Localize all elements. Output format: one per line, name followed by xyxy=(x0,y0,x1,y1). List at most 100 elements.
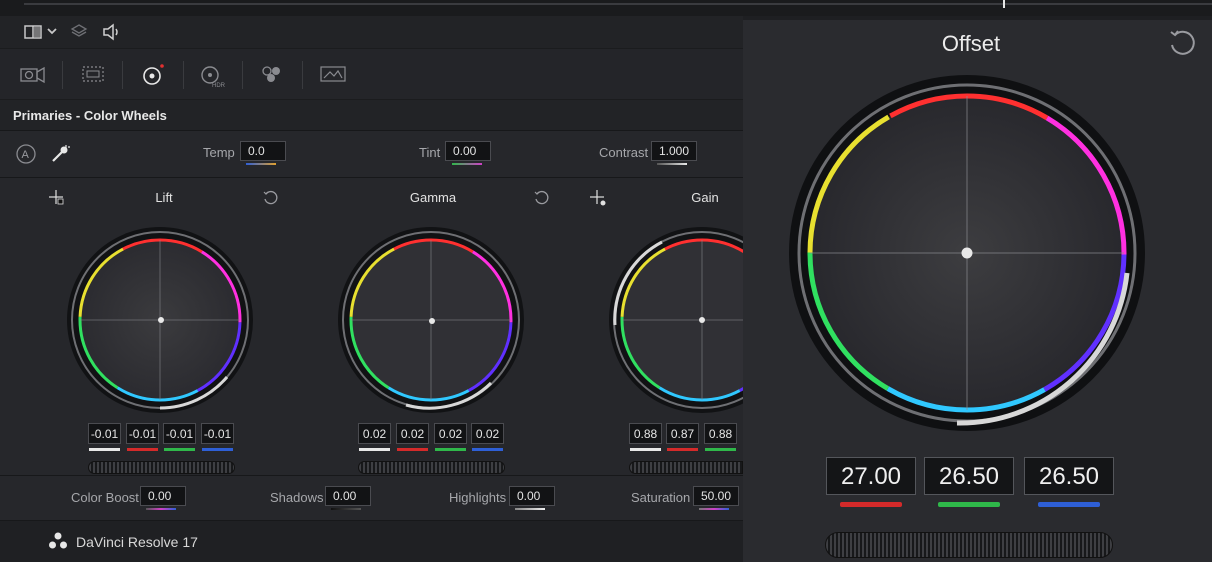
gamma-title: Gamma xyxy=(409,190,457,205)
timeline-track xyxy=(24,3,1212,5)
offset-blue-value[interactable]: 26.50 xyxy=(1024,457,1114,495)
offset-reset-icon[interactable] xyxy=(1167,28,1197,58)
lift-red-value[interactable]: -0.01 xyxy=(126,423,159,444)
gamma-blue-value[interactable]: 0.02 xyxy=(471,423,504,444)
status-bar: DaVinci Resolve 17 xyxy=(0,521,743,562)
gain-color-wheel[interactable] xyxy=(607,225,743,415)
lift-color-wheel[interactable] xyxy=(65,225,255,415)
shadows-field[interactable]: 0.00 xyxy=(325,486,371,506)
toolbar-divider xyxy=(183,61,184,89)
color-wheels-icon[interactable] xyxy=(140,63,166,87)
gain-green-indicator xyxy=(705,448,736,451)
color-panel: HDR Primaries - Color Wheels A Temp 0.0 … xyxy=(0,16,743,562)
chevron-down-icon[interactable] xyxy=(46,26,58,36)
lift-blue-value[interactable]: -0.01 xyxy=(201,423,234,444)
contrast-gradient-bar xyxy=(657,163,687,165)
lift-green-indicator xyxy=(164,448,195,451)
contrast-field[interactable]: 1.000 xyxy=(651,141,697,161)
color-boost-field[interactable]: 0.00 xyxy=(140,486,186,506)
color-wheels-area: Lift -0.01 -0.01 -0.01 -0.01 Gamma 0.02 … xyxy=(0,178,743,475)
lift-master-value[interactable]: -0.01 xyxy=(88,423,121,444)
svg-text:HDR: HDR xyxy=(212,83,226,89)
toolbar-divider xyxy=(122,61,123,89)
speaker-icon[interactable] xyxy=(102,23,122,41)
viewer-layout-icon[interactable] xyxy=(24,24,44,40)
gain-green-value[interactable]: 0.88 xyxy=(704,423,737,444)
gain-master-value[interactable]: 0.88 xyxy=(629,423,662,444)
toolbar-divider xyxy=(302,61,303,89)
color-match-icon[interactable] xyxy=(80,63,106,85)
lift-master-jog-wheel[interactable] xyxy=(88,461,235,474)
camera-raw-icon[interactable] xyxy=(18,63,46,85)
offset-blue-indicator xyxy=(1038,502,1100,507)
highlights-field[interactable]: 0.00 xyxy=(509,486,555,506)
highlights-bar xyxy=(515,508,545,510)
crosshair-picker-icon[interactable] xyxy=(589,189,607,207)
temp-field[interactable]: 0.0 xyxy=(240,141,286,161)
adjustments-bar: A Temp 0.0 Tint 0.00 Contrast 1.000 xyxy=(0,131,743,178)
offset-master-jog-wheel[interactable] xyxy=(825,532,1113,558)
timeline-strip[interactable] xyxy=(0,0,1212,16)
gain-red-value[interactable]: 0.87 xyxy=(666,423,699,444)
gain-master-indicator xyxy=(630,448,661,451)
bottom-adjustments: Color Boost 0.00 Shadows 0.00 Highlights… xyxy=(0,475,743,521)
gamma-blue-indicator xyxy=(472,448,503,451)
highlights-label: Highlights xyxy=(449,490,507,505)
offset-green-indicator xyxy=(938,502,1000,507)
offset-green-value[interactable]: 26.50 xyxy=(924,457,1014,495)
svg-text:A: A xyxy=(22,149,30,161)
offset-wheel-panel: Offset 27.00 26.50 26.50 xyxy=(743,20,1212,562)
eyedropper-icon[interactable] xyxy=(49,143,71,165)
playhead-marker[interactable] xyxy=(1003,0,1005,8)
tint-label: Tint xyxy=(419,145,441,160)
gamma-green-value[interactable]: 0.02 xyxy=(434,423,467,444)
gain-title: Gain xyxy=(691,190,719,205)
gamma-color-wheel[interactable] xyxy=(336,225,526,415)
gamma-master-jog-wheel[interactable] xyxy=(358,461,505,474)
contrast-label: Contrast xyxy=(599,145,649,160)
gain-master-jog-wheel[interactable] xyxy=(629,461,743,474)
temp-label: Temp xyxy=(203,145,235,160)
viewer-toolbar xyxy=(0,16,743,48)
davinci-logo-icon xyxy=(48,532,68,550)
gain-red-indicator xyxy=(667,448,698,451)
toolbar-divider xyxy=(242,61,243,89)
shadows-label: Shadows xyxy=(270,490,324,505)
gamma-red-value[interactable]: 0.02 xyxy=(396,423,429,444)
layers-icon[interactable] xyxy=(70,23,88,41)
saturation-field[interactable]: 50.00 xyxy=(693,486,739,506)
shadows-bar xyxy=(331,508,361,510)
palette-toolbar: HDR xyxy=(0,48,743,100)
rgb-mixer-icon[interactable] xyxy=(258,63,286,85)
motion-effects-icon[interactable] xyxy=(318,63,348,85)
lift-blue-indicator xyxy=(202,448,233,451)
gamma-red-indicator xyxy=(397,448,428,451)
tint-gradient-bar xyxy=(452,163,482,165)
gamma-reset-icon[interactable] xyxy=(533,190,549,206)
lift-green-value[interactable]: -0.01 xyxy=(163,423,196,444)
lift-reset-icon[interactable] xyxy=(262,190,278,206)
panel-title: Primaries - Color Wheels xyxy=(13,108,167,123)
offset-color-wheel[interactable] xyxy=(787,73,1147,433)
toolbar-divider xyxy=(62,61,63,89)
offset-red-indicator xyxy=(840,502,902,507)
color-boost-label: Color Boost xyxy=(71,490,139,505)
auto-balance-icon[interactable]: A xyxy=(15,143,37,165)
lift-master-indicator xyxy=(89,448,120,451)
lift-title: Lift xyxy=(155,190,173,205)
color-boost-bar xyxy=(146,508,176,510)
lift-red-indicator xyxy=(127,448,158,451)
offset-title: Offset xyxy=(941,31,1001,56)
tint-field[interactable]: 0.00 xyxy=(445,141,491,161)
offset-red-value[interactable]: 27.00 xyxy=(826,457,916,495)
temp-gradient-bar xyxy=(246,163,276,165)
hdr-wheels-icon[interactable]: HDR xyxy=(198,63,226,89)
gamma-master-value[interactable]: 0.02 xyxy=(358,423,391,444)
crosshair-picker-icon[interactable] xyxy=(48,189,66,207)
saturation-label: Saturation xyxy=(631,490,691,505)
gamma-green-indicator xyxy=(435,448,466,451)
panel-header: Primaries - Color Wheels xyxy=(0,100,743,131)
app-name: DaVinci Resolve 17 xyxy=(76,534,198,550)
gamma-master-indicator xyxy=(359,448,390,451)
saturation-bar xyxy=(699,508,729,510)
